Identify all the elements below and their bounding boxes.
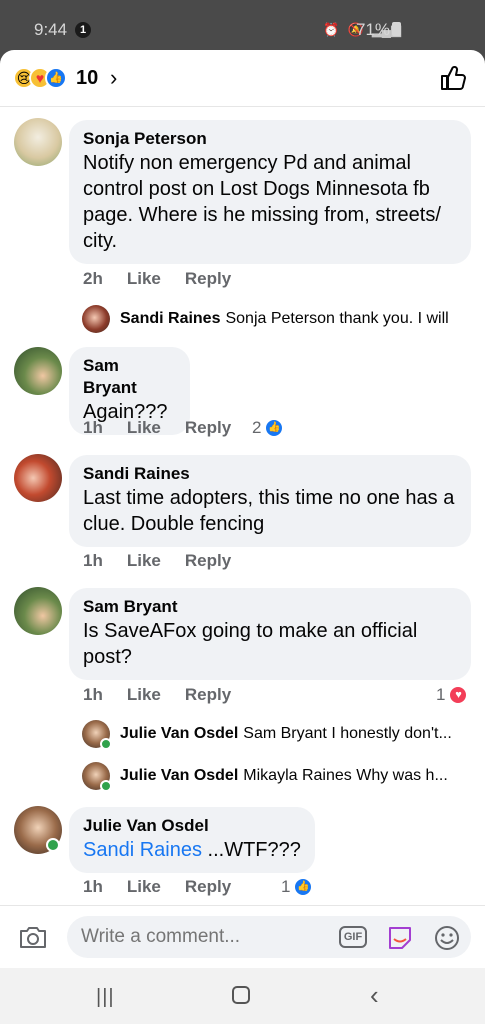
reply-link[interactable]: Reply	[185, 685, 231, 705]
battery-icon	[392, 22, 402, 36]
online-status-icon	[100, 738, 112, 750]
avatar[interactable]	[14, 347, 62, 395]
comment-text-body: ...WTF???	[201, 839, 301, 861]
online-status-icon	[100, 780, 112, 792]
comment-actions: 1h Like Reply	[83, 877, 231, 897]
online-status-icon	[46, 838, 60, 852]
comment-author[interactable]: Sandi Raines	[83, 463, 457, 485]
gif-button[interactable]: GIF	[339, 926, 367, 948]
comment-author[interactable]: Sam Bryant	[83, 355, 176, 399]
reply-author: Julie Van Osdel	[120, 767, 239, 784]
comment-actions: 1h Like Reply	[83, 685, 231, 705]
comment-time: 1h	[83, 418, 103, 437]
comment-time: 1h	[83, 551, 103, 570]
camera-icon[interactable]	[18, 924, 48, 950]
comment-time: 2h	[83, 269, 103, 288]
like-link[interactable]: Like	[127, 269, 161, 289]
like-link[interactable]: Like	[127, 877, 161, 897]
emoji-icon[interactable]	[433, 924, 461, 952]
like-reaction-icon: 👍	[45, 67, 67, 89]
reply-preview[interactable]: Sandi Raines Sonja Peterson thank you. I …	[120, 310, 470, 328]
battery-percent: 71%	[356, 20, 391, 39]
comment-actions: 2h Like Reply	[83, 269, 231, 289]
status-bar: 9:44 1 ⏰ 🔕 ▂▄▆ 71%	[0, 0, 485, 50]
reaction-count: 1	[436, 685, 446, 704]
like-reaction-icon: 👍	[264, 418, 285, 438]
comment-actions: 1h Like Reply	[83, 551, 231, 571]
comment-author[interactable]: Sam Bryant	[83, 596, 457, 618]
reaction-summary[interactable]: 1 👍	[281, 877, 314, 897]
mention-link[interactable]: Sandi Raines	[83, 839, 202, 861]
comment-author[interactable]: Julie Van Osdel	[83, 815, 301, 837]
avatar[interactable]	[14, 587, 62, 635]
comment-text: Notify non emergency Pd and animal contr…	[83, 152, 441, 252]
like-link[interactable]: Like	[127, 418, 161, 438]
reaction-count: 2	[252, 418, 262, 437]
reply-link[interactable]: Reply	[185, 269, 231, 289]
avatar[interactable]	[82, 305, 110, 333]
comment-bubble: Sandi Raines Last time adopters, this ti…	[69, 455, 471, 547]
like-link[interactable]: Like	[127, 551, 161, 571]
system-nav-bar: ||| ‹	[0, 968, 485, 1024]
comment-text: Sandi Raines ...WTF???	[83, 837, 301, 863]
reply-author: Sandi Raines	[120, 310, 221, 327]
reaction-icons: 😢 ♥ 👍	[13, 67, 67, 89]
reply-preview[interactable]: Julie Van Osdel Sam Bryant I honestly don…	[120, 725, 470, 743]
reaction-summary[interactable]: 2 👍	[252, 418, 285, 438]
love-reaction-icon: ♥	[448, 685, 469, 705]
reply-author: Julie Van Osdel	[120, 725, 239, 742]
reply-link[interactable]: Reply	[185, 551, 231, 571]
like-button-icon[interactable]	[439, 64, 467, 92]
reaction-summary[interactable]: 1 ♥	[436, 685, 469, 705]
notification-badge: 1	[75, 22, 91, 38]
reply-preview[interactable]: Julie Van Osdel Mikayla Raines Why was h.…	[120, 767, 470, 785]
avatar[interactable]	[14, 118, 62, 166]
comment-text: Is SaveAFox going to make an official po…	[83, 620, 418, 668]
reply-text: Sonja Peterson thank you. I will	[225, 310, 449, 327]
comment-actions: 1h Like Reply	[83, 418, 231, 438]
recent-apps-icon[interactable]: |||	[96, 986, 115, 1009]
sticker-icon[interactable]	[386, 924, 414, 952]
reply-text: Sam Bryant I honestly don't...	[243, 725, 452, 742]
status-time: 9:44	[34, 20, 68, 39]
alarm-icon: ⏰	[323, 22, 340, 37]
comment-bubble: Sam Bryant Is SaveAFox going to make an …	[69, 588, 471, 680]
reply-text: Mikayla Raines Why was h...	[243, 767, 448, 784]
reply-link[interactable]: Reply	[185, 877, 231, 897]
comment-composer: GIF	[0, 905, 485, 968]
comment-author[interactable]: Sonja Peterson	[83, 128, 457, 150]
back-icon[interactable]: ‹	[370, 980, 379, 1011]
reply-link[interactable]: Reply	[185, 418, 231, 438]
battery-level: 71%	[356, 20, 402, 40]
like-link[interactable]: Like	[127, 685, 161, 705]
reactions-header[interactable]: 😢 ♥ 👍 10 ›	[0, 50, 485, 107]
reaction-count: 10	[76, 67, 99, 89]
avatar[interactable]	[14, 454, 62, 502]
comment-bubble: Julie Van Osdel Sandi Raines ...WTF???	[69, 807, 315, 873]
chevron-right-icon[interactable]: ›	[110, 65, 117, 91]
reaction-count: 1	[281, 877, 291, 896]
comment-bubble: Sonja Peterson Notify non emergency Pd a…	[69, 120, 471, 264]
comment-time: 1h	[83, 685, 103, 704]
like-reaction-icon: 👍	[293, 877, 314, 897]
comments-sheet: 😢 ♥ 👍 10 › Sonja Peterson Notify non eme…	[0, 50, 485, 968]
home-icon[interactable]	[232, 986, 250, 1004]
comment-time: 1h	[83, 877, 103, 896]
comment-text: Last time adopters, this time no one has…	[83, 487, 455, 535]
